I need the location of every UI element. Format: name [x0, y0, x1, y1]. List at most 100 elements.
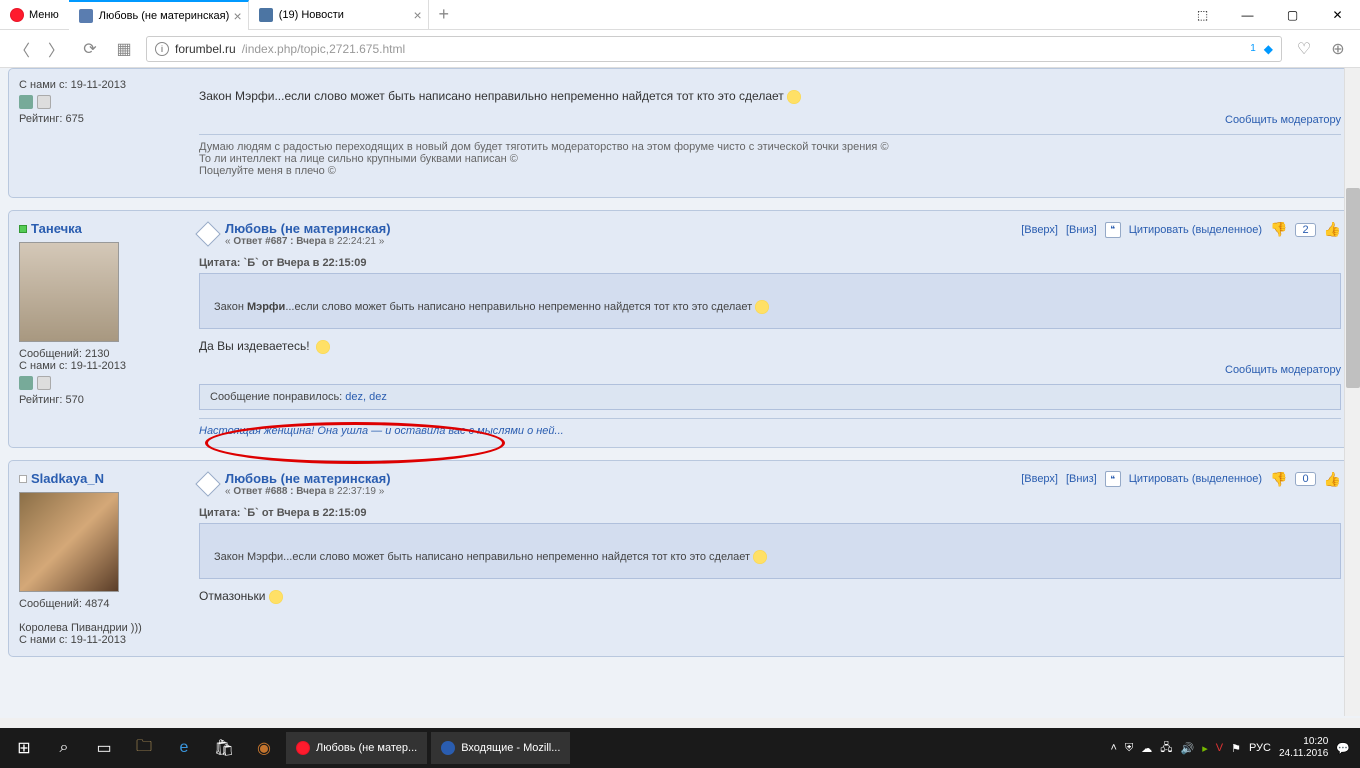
download-icon[interactable]: ⊕	[1326, 37, 1350, 61]
speed-dial-icon[interactable]: ▦	[112, 37, 136, 61]
topic-pin-icon	[195, 471, 220, 496]
browser-titlebar: Меню Любовь (не материнская) × (19) Ново…	[0, 0, 1360, 30]
quote-link[interactable]: Цитировать (выделенное)	[1129, 473, 1262, 485]
nav-back-button[interactable]: 〈	[10, 37, 34, 61]
window-panel-icon[interactable]: ⬚	[1180, 0, 1225, 30]
app-icon[interactable]: ◉	[244, 728, 284, 768]
new-tab-button[interactable]: +	[429, 0, 459, 30]
taskbar-app-thunderbird[interactable]: Входящие - Mozill...	[431, 732, 570, 764]
search-icon[interactable]: ⌕	[44, 728, 84, 768]
tab-close-icon[interactable]: ×	[234, 8, 242, 24]
like-count: 0	[1295, 472, 1315, 486]
username-link[interactable]: Танечка	[31, 221, 82, 236]
username-link[interactable]: Sladkaya_N	[31, 471, 104, 486]
tray-nvidia-icon[interactable]: ▸	[1202, 742, 1208, 755]
window-minimize-icon[interactable]: ―	[1225, 0, 1270, 30]
signature: Думаю людям с радостью переходящих в нов…	[199, 134, 1341, 177]
smiley-icon	[316, 340, 330, 354]
like-count: 2	[1295, 223, 1315, 237]
offline-status-icon	[19, 475, 27, 483]
opera-logo-icon	[10, 8, 24, 22]
menu-label: Меню	[29, 9, 59, 21]
notifications-icon[interactable]: 💬	[1336, 742, 1350, 755]
reload-button[interactable]: ⟳	[78, 37, 102, 61]
forum-post: Sladkaya_N Сообщений: 4874 Королева Пива…	[8, 460, 1352, 657]
smiley-icon	[755, 300, 769, 314]
store-icon[interactable]: 🛍	[204, 728, 244, 768]
post-text: Закон Мэрфи...если слово может быть напи…	[199, 89, 1341, 104]
avatar[interactable]	[19, 242, 119, 342]
post-actions: [Вверх] [Вниз] ❝ Цитировать (выделенное)…	[1021, 221, 1341, 238]
scroll-down-link[interactable]: [Вниз]	[1066, 224, 1097, 236]
quote-link[interactable]: Цитировать (выделенное)	[1129, 224, 1262, 236]
tray-network-icon[interactable]: 🖧	[1160, 739, 1172, 758]
file-explorer-icon[interactable]: 🗀	[124, 728, 164, 768]
post-text: Да Вы издеваетесь!	[199, 339, 1341, 354]
scroll-up-link[interactable]: [Вверх]	[1021, 473, 1058, 485]
shield-icon[interactable]: ◆	[1264, 42, 1273, 56]
window-close-icon[interactable]: ✕	[1315, 0, 1360, 30]
post-meta: « Ответ #688 : Вчера в 22:37:19 »	[225, 486, 391, 497]
quote-header[interactable]: Цитата: `Б` от Вчера в 22:15:09	[199, 257, 1341, 269]
posts-count-line: Сообщений: 2130	[19, 348, 179, 360]
report-link[interactable]: Сообщить модератору	[199, 364, 1341, 376]
start-button[interactable]: ⊞	[4, 728, 44, 768]
tray-onedrive-icon[interactable]: ☁	[1141, 742, 1152, 755]
window-maximize-icon[interactable]: ▢	[1270, 0, 1315, 30]
thumbs-down-icon[interactable]: 👎	[1270, 221, 1287, 238]
joined-line: С нами с: 19-11-2013	[19, 634, 179, 646]
edge-icon[interactable]: e	[164, 728, 204, 768]
scroll-up-link[interactable]: [Вверх]	[1021, 224, 1058, 236]
tray-security-icon[interactable]: ⛨	[1125, 742, 1133, 755]
scroll-down-link[interactable]: [Вниз]	[1066, 473, 1097, 485]
site-info-icon[interactable]: i	[155, 42, 169, 56]
liked-user-link[interactable]: dez, dez	[345, 391, 387, 403]
report-link[interactable]: Сообщить модератору	[199, 114, 1341, 126]
quote-selection-icon[interactable]: ❝	[1105, 471, 1121, 487]
post-body-area: Любовь (не материнская) « Ответ #688 : В…	[189, 461, 1351, 656]
adblock-count: 1	[1250, 43, 1256, 54]
system-tray: ˄ ⛨ ☁ 🖧 🔊 ▸ V ⚑ РУС 10:20 24.11.2016 💬	[1111, 736, 1356, 760]
tray-flag-icon[interactable]: ⚑	[1231, 742, 1241, 755]
language-indicator[interactable]: РУС	[1249, 742, 1271, 754]
window-controls: ⬚ ― ▢ ✕	[1180, 0, 1360, 30]
tab-vk[interactable]: (19) Новости ×	[249, 0, 429, 30]
avatar[interactable]	[19, 492, 119, 592]
quote-selection-icon[interactable]: ❝	[1105, 222, 1121, 238]
clock[interactable]: 10:20 24.11.2016	[1279, 736, 1328, 760]
profile-icon[interactable]	[19, 376, 33, 390]
scrollbar[interactable]	[1344, 68, 1360, 716]
liked-by-box: Сообщение понравилось: dez, dez	[199, 384, 1341, 410]
quote-header[interactable]: Цитата: `Б` от Вчера в 22:15:09	[199, 507, 1341, 519]
tab-close-icon[interactable]: ×	[414, 7, 422, 23]
message-icon[interactable]	[37, 95, 51, 109]
post-body-area: Любовь (не материнская) « Ответ #687 : В…	[189, 211, 1351, 447]
tray-volume-icon[interactable]: 🔊	[1181, 742, 1195, 755]
signature: Настоящая женщина! Она ушла — и оставила…	[199, 418, 1341, 437]
thumbs-up-icon[interactable]: 👍	[1324, 221, 1341, 238]
post-title-link[interactable]: Любовь (не материнская)	[225, 471, 391, 486]
thumbs-up-icon[interactable]: 👍	[1324, 471, 1341, 488]
tab-active[interactable]: Любовь (не материнская) ×	[69, 0, 249, 30]
tray-app-icon[interactable]: V	[1216, 742, 1223, 754]
tray-chevron-up-icon[interactable]: ˄	[1111, 742, 1117, 754]
url-domain: forumbel.ru	[175, 42, 236, 56]
post-title-link[interactable]: Любовь (не материнская)	[225, 221, 391, 236]
smiley-icon	[787, 90, 801, 104]
scroll-thumb[interactable]	[1346, 188, 1360, 388]
user-title: Королева Пивандрии )))	[19, 622, 179, 634]
rating-line: Рейтинг: 570	[19, 394, 179, 406]
opera-menu-button[interactable]: Меню	[0, 8, 69, 22]
address-bar: 〈 〉 ⟳ ▦ i forumbel.ru/index.php/topic,27…	[0, 30, 1360, 68]
taskbar-app-opera[interactable]: Любовь (не матер...	[286, 732, 427, 764]
post-body-area: Закон Мэрфи...если слово может быть напи…	[189, 69, 1351, 197]
message-icon[interactable]	[37, 376, 51, 390]
post-sidebar: С нами с: 19-11-2013 Рейтинг: 675	[9, 69, 189, 197]
profile-icon[interactable]	[19, 95, 33, 109]
thumbs-down-icon[interactable]: 👎	[1270, 471, 1287, 488]
url-input[interactable]: i forumbel.ru/index.php/topic,2721.675.h…	[146, 36, 1282, 62]
bookmark-heart-icon[interactable]: ♡	[1292, 37, 1316, 61]
task-view-icon[interactable]: ▭	[84, 728, 124, 768]
joined-line: С нами с: 19-11-2013	[19, 360, 179, 372]
nav-forward-button[interactable]: 〉	[44, 37, 68, 61]
